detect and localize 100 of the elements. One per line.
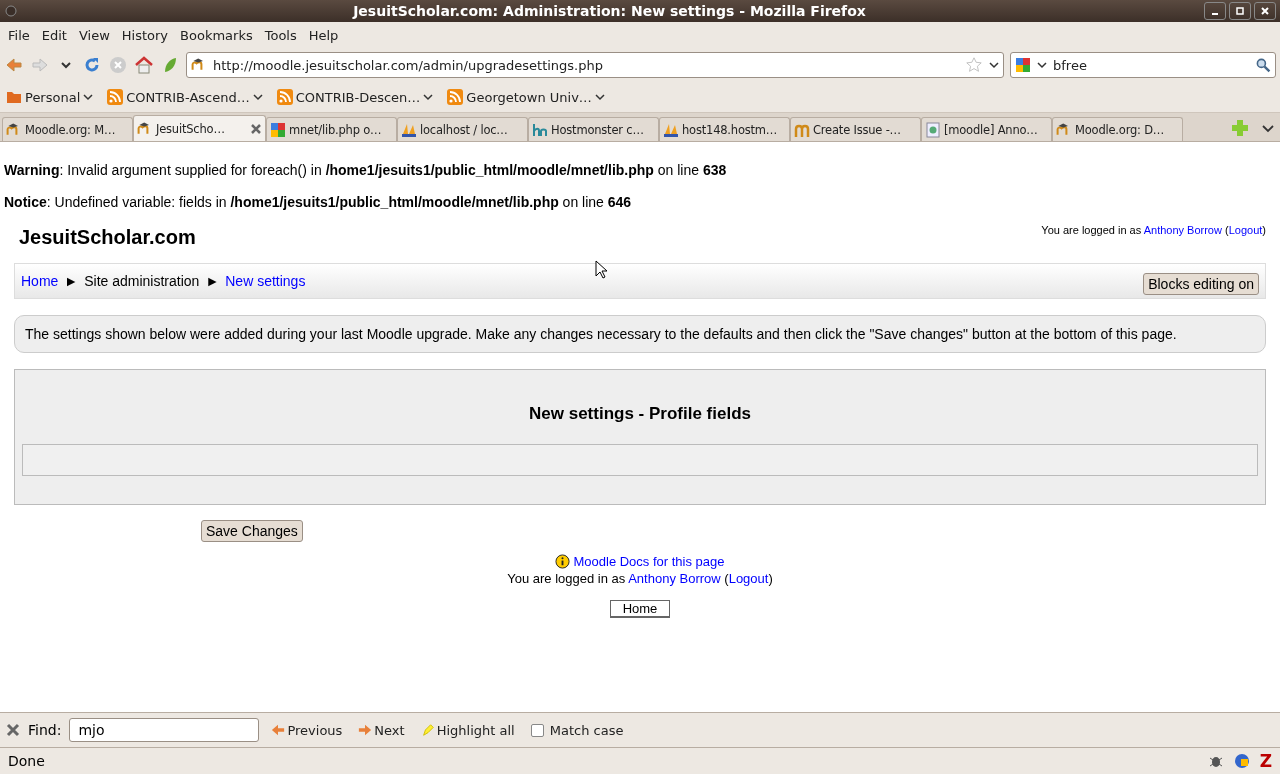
- window-menu-icon[interactable]: [4, 4, 18, 18]
- home-button[interactable]: Home: [609, 600, 671, 618]
- user-link[interactable]: Anthony Borrow: [628, 571, 721, 586]
- close-tab-icon[interactable]: [250, 122, 262, 135]
- paren: (: [724, 571, 729, 586]
- tab-label: mnet/lib.php o…: [289, 122, 383, 137]
- info-icon: [555, 554, 571, 569]
- menu-item[interactable]: History: [115, 27, 175, 43]
- site-title: JesuitScholar.com: [19, 226, 196, 249]
- bookmark-item[interactable]: Personal: [6, 89, 94, 105]
- paren: ): [1262, 224, 1266, 236]
- highlighter-icon: [420, 723, 435, 737]
- browser-tab[interactable]: localhost / loc…: [397, 117, 528, 141]
- close-icon[interactable]: [6, 723, 20, 737]
- docs-link[interactable]: Moodle Docs for this page: [573, 554, 725, 569]
- menu-item[interactable]: View: [72, 27, 116, 43]
- search-field[interactable]: bfree: [1010, 52, 1276, 78]
- breadcrumb-separator: ►: [204, 273, 221, 289]
- next-button[interactable]: Next: [354, 722, 409, 738]
- section-title: New settings - Profile fields: [529, 404, 751, 424]
- blocks-editing-button[interactable]: Blocks editing on: [1143, 273, 1259, 295]
- tab-label: JesuitScho…: [156, 121, 226, 136]
- search-value: bfree: [1053, 57, 1088, 73]
- user-link[interactable]: Anthony Borrow: [1143, 224, 1222, 236]
- minimize-button[interactable]: [1204, 2, 1226, 20]
- home-icon[interactable]: [134, 55, 154, 75]
- browser-tab[interactable]: host148.hostm…: [659, 117, 790, 141]
- maximize-icon: [1235, 6, 1245, 16]
- bookmark-item[interactable]: CONTRIB-Ascend…: [107, 89, 263, 105]
- logout-link[interactable]: Logout: [1228, 224, 1263, 236]
- folder-icon: [6, 89, 22, 105]
- find-field[interactable]: mjo: [69, 718, 260, 742]
- menu-item[interactable]: Help: [302, 27, 345, 43]
- tab-label: Moodle.org: M…: [25, 122, 117, 137]
- menu-item[interactable]: Edit: [35, 27, 73, 43]
- logged-in-text: You are logged in as: [1041, 224, 1142, 236]
- save-changes-button[interactable]: Save Changes: [201, 520, 303, 542]
- zotero-badge[interactable]: Z: [1259, 751, 1272, 771]
- tab-label: Create Issue -…: [813, 122, 902, 137]
- bookmark-label: Personal: [25, 89, 81, 105]
- rss-feed-icon: [276, 89, 293, 105]
- browser-tab[interactable]: JesuitScho…: [133, 115, 266, 141]
- google-icon: [270, 121, 286, 138]
- tab-label: host148.hostm…: [682, 122, 779, 137]
- paren: ): [768, 571, 773, 586]
- footer-login-text: You are logged in as: [507, 571, 626, 586]
- close-icon: [1260, 6, 1270, 16]
- left-arrow-icon: [271, 723, 286, 737]
- rss-feed-icon: [447, 89, 464, 105]
- breadcrumb-text: Site administration: [84, 273, 200, 289]
- caret-icon: [1037, 60, 1047, 70]
- caret-icon: [989, 60, 999, 70]
- caret-icon: [594, 92, 605, 102]
- browser-tab[interactable]: mnet/lib.php o…: [266, 117, 397, 141]
- rss-feed-icon: [107, 89, 124, 105]
- caret-icon: [252, 92, 263, 102]
- match-case-checkbox[interactable]: Match case: [526, 722, 628, 738]
- hm-logo-icon: [532, 121, 548, 138]
- caret-icon: [423, 92, 434, 102]
- mouse-pointer-icon: [595, 260, 609, 280]
- previous-button[interactable]: Previous: [267, 722, 347, 738]
- tab-label: Moodle.org: D…: [1075, 122, 1166, 137]
- browser-tab[interactable]: [moodle] Anno…: [921, 117, 1052, 141]
- page-icon: [925, 121, 941, 138]
- breadcrumb-link[interactable]: New settings: [225, 273, 306, 289]
- bookmark-label: CONTRIB-Descen…: [295, 89, 421, 105]
- status-text: Done: [8, 753, 46, 769]
- tab-label: [moodle] Anno…: [944, 122, 1039, 137]
- browser-tab[interactable]: Moodle.org: D…: [1052, 117, 1183, 141]
- right-arrow-icon: [358, 723, 373, 737]
- menu-item[interactable]: Bookmarks: [174, 27, 259, 43]
- php-error-message: Notice: Undefined variable: fields in /home1/jesuits1/public_html/moodle/mnet/lib.php on line 646: [3, 193, 633, 210]
- breadcrumb-link[interactable]: Home: [21, 273, 59, 289]
- minimize-icon: [1212, 13, 1218, 15]
- window-title: JesuitScholar.com: Administration: New settings - Mozilla Firefox: [351, 3, 867, 19]
- shield-icon[interactable]: [1233, 753, 1250, 769]
- bookmark-label: CONTRIB-Ascend…: [126, 89, 250, 105]
- browser-tab[interactable]: Create Issue -…: [790, 117, 921, 141]
- search-icon[interactable]: [1255, 57, 1271, 73]
- breadcrumb-separator: ►: [63, 273, 80, 289]
- star-icon[interactable]: [965, 56, 983, 74]
- logout-link[interactable]: Logout: [728, 571, 769, 586]
- upgrade-notice: The settings shown below were added during your last Moodle upgrade. Make any changes necessary to the defaults and then click the "Save changes" button at the bottom of this page.: [14, 315, 1266, 353]
- tab-label: Hostmonster c…: [551, 122, 645, 137]
- bookmark-label: Georgetown Univ…: [466, 89, 592, 105]
- menu-item[interactable]: Tools: [258, 27, 303, 43]
- browser-tab[interactable]: Hostmonster c…: [528, 117, 659, 141]
- maximize-button[interactable]: [1229, 2, 1251, 20]
- bookmark-item[interactable]: Georgetown Univ…: [447, 89, 605, 105]
- php-error-message: Warning: Invalid argument supplied for foreach() in /home1/jesuits1/public_html/moodle/mnet/lib.php on line 638: [3, 161, 728, 178]
- bookmark-item[interactable]: CONTRIB-Descen…: [276, 89, 434, 105]
- address-bar[interactable]: http://moodle.jesuitscholar.com/admin/upgradesettings.php: [186, 52, 1004, 78]
- tab-label: localhost / loc…: [420, 122, 509, 137]
- paren: (: [1225, 224, 1229, 236]
- browser-tab[interactable]: Moodle.org: M…: [2, 117, 133, 141]
- highlight-all-button[interactable]: Highlight all: [416, 722, 519, 738]
- menu-item[interactable]: File: [2, 27, 36, 43]
- close-button[interactable]: [1254, 2, 1276, 20]
- find-label: Find:: [28, 722, 62, 738]
- back-arrow-icon[interactable]: [4, 55, 24, 75]
